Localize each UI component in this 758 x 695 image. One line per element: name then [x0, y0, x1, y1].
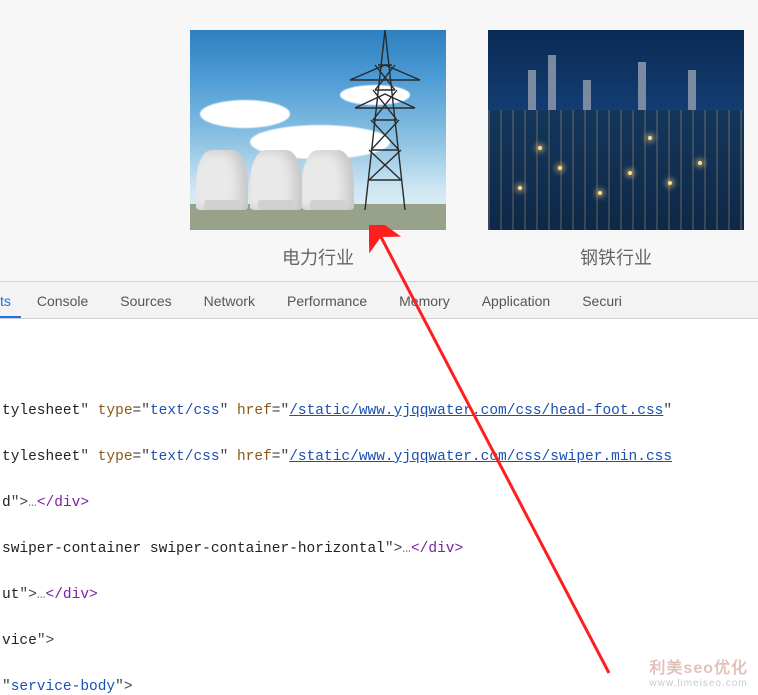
code-line: swiper-container swiper-container-horizo… — [0, 538, 758, 561]
tab-performance[interactable]: Performance — [271, 283, 383, 318]
tab-security[interactable]: Securi — [566, 283, 638, 318]
code-line: tylesheet" type="text/css" href="/static… — [0, 446, 758, 469]
tab-application[interactable]: Application — [466, 283, 567, 318]
tab-memory[interactable]: Memory — [383, 283, 466, 318]
service-card-steel[interactable]: 钢铁行业 — [488, 30, 744, 270]
service-cards: 电力行业 — [190, 30, 744, 270]
service-thumb-power — [190, 30, 446, 230]
webpage-viewport: 电力行业 — [0, 0, 758, 281]
code-line: "service-body"> — [0, 676, 758, 695]
elements-panel-source[interactable]: tylesheet" type="text/css" href="/static… — [0, 319, 758, 695]
tab-sources[interactable]: Sources — [104, 283, 187, 318]
code-line: d">…</div> — [0, 492, 758, 515]
service-thumb-steel — [488, 30, 744, 230]
tab-console[interactable]: Console — [21, 283, 104, 318]
tab-network[interactable]: Network — [188, 283, 271, 318]
watermark: 利美seo优化 www.limeiseo.com — [649, 654, 748, 689]
tab-elements[interactable]: ts — [0, 283, 21, 318]
service-card-power[interactable]: 电力行业 — [190, 30, 446, 270]
code-line: vice"> — [0, 630, 758, 653]
service-caption: 电力行业 — [282, 244, 354, 270]
service-caption: 钢铁行业 — [580, 244, 652, 270]
code-line: ut">…</div> — [0, 584, 758, 607]
devtools-tab-bar: ts Console Sources Network Performance M… — [0, 281, 758, 319]
code-line: tylesheet" type="text/css" href="/static… — [0, 400, 758, 423]
